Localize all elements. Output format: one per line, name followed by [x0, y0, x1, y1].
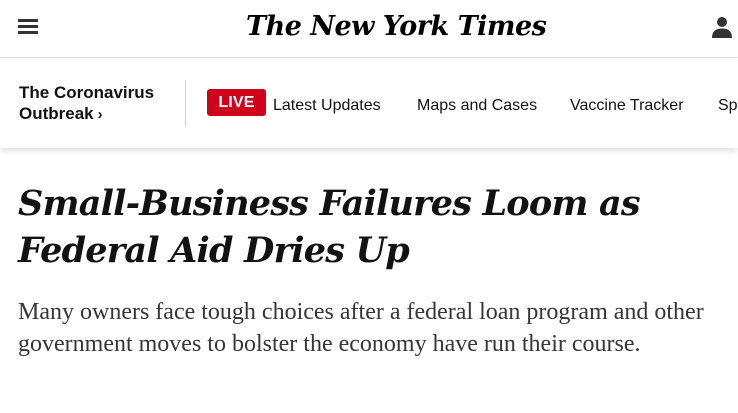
masthead: The New York Times — [0, 0, 738, 58]
chevron-right-icon: › — [97, 106, 103, 123]
hamburger-menu-icon[interactable] — [18, 19, 38, 35]
nyt-logo[interactable]: The New York Times — [246, 10, 547, 44]
coronavirus-nav-bar: The Coronavirus Outbreak › LIVE Latest Up… — [0, 58, 738, 148]
covid-title-line2: Outbreak — [19, 104, 94, 123]
user-account-icon[interactable] — [710, 15, 734, 39]
coronavirus-outbreak-link[interactable]: The Coronavirus Outbreak › — [19, 82, 179, 125]
covid-title-line1: The Coronavirus — [19, 83, 155, 102]
live-badge[interactable]: LIVE — [207, 89, 266, 116]
nav-link-latest-updates[interactable]: Latest Updates — [273, 96, 381, 116]
nav-link-vaccine-tracker[interactable]: Vaccine Tracker — [570, 96, 684, 116]
nav-link-truncated[interactable]: Sp — [718, 96, 738, 116]
article-headline: Small-Business Failures Loom as Federal … — [18, 183, 641, 271]
nav-divider — [185, 80, 186, 126]
nav-link-maps-and-cases[interactable]: Maps and Cases — [417, 96, 537, 116]
article-summary: Many owners face tough choices after a f… — [18, 299, 704, 357]
